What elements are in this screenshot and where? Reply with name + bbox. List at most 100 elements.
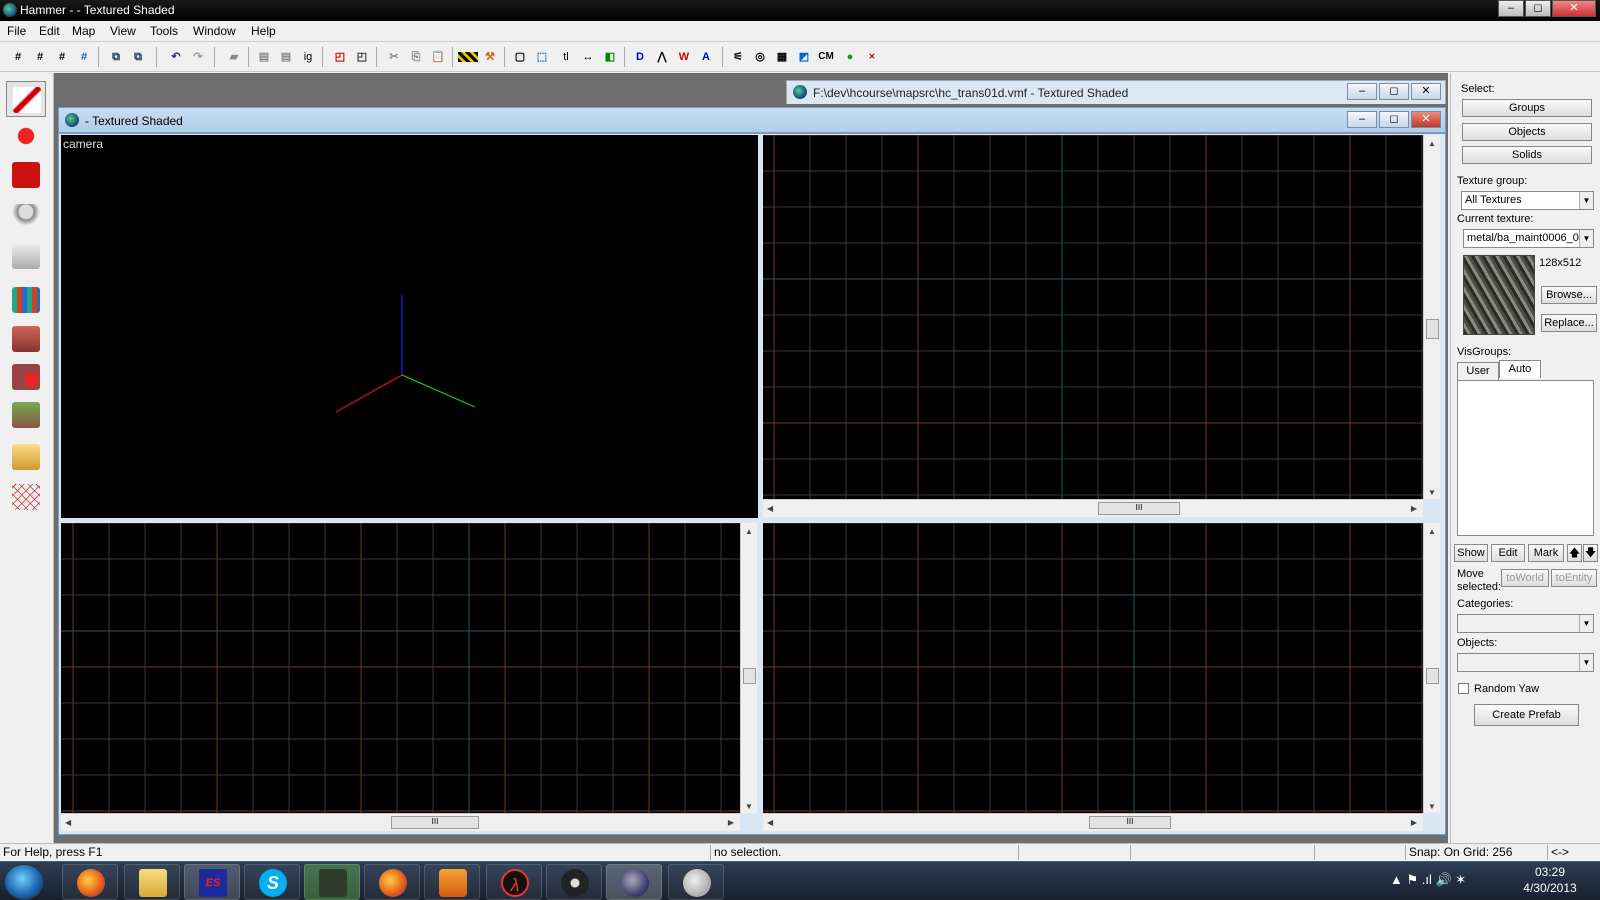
show-button[interactable]: Show <box>1454 544 1488 562</box>
mark-button[interactable]: Mark <box>1528 544 1564 562</box>
taskbar-media[interactable] <box>424 864 480 900</box>
doc-minimize-button[interactable]: – <box>1347 111 1377 128</box>
grid-plus-icon[interactable]: # <box>74 47 94 67</box>
horizontal-scrollbar[interactable]: ◀ III ▶ <box>61 813 740 831</box>
texture-preview[interactable] <box>1463 255 1535 335</box>
clipping-tool[interactable] <box>6 439 46 475</box>
bg-minimize-button[interactable]: – <box>1347 83 1377 100</box>
selection-tool[interactable] <box>6 81 46 117</box>
vertical-scrollbar[interactable]: ▲ ▼ <box>1423 523 1440 813</box>
solids-button[interactable]: Solids <box>1462 146 1592 164</box>
texture-lock-icon[interactable] <box>458 52 478 62</box>
vertex-tool[interactable] <box>6 479 46 515</box>
texture-tool[interactable] <box>6 282 46 318</box>
tab-auto[interactable]: Auto <box>1499 360 1541 378</box>
entity-tool[interactable] <box>6 199 46 235</box>
bg-restore-button[interactable]: ◻ <box>1379 83 1409 100</box>
clip-icon[interactable]: ⋀ <box>652 47 672 67</box>
create-prefab-button[interactable]: Create Prefab <box>1474 704 1579 726</box>
texture-group-select[interactable]: All Textures ▼ <box>1461 191 1594 210</box>
scroll-thumb[interactable] <box>1426 668 1439 684</box>
a-icon[interactable]: A <box>696 47 716 67</box>
replace-button[interactable]: Replace... <box>1541 314 1597 332</box>
menu-window[interactable]: Window <box>193 24 236 38</box>
globe-icon[interactable]: ◎ <box>750 47 770 67</box>
scroll-thumb[interactable]: III <box>1089 816 1171 829</box>
flip-icon[interactable]: ◧ <box>600 47 620 67</box>
taskbar-skype[interactable]: S <box>244 864 300 900</box>
doc-restore-button[interactable]: ◻ <box>1379 111 1409 128</box>
taskbar-steam[interactable] <box>546 864 602 900</box>
overlay-tool[interactable] <box>6 397 46 433</box>
align-icon[interactable]: ↔ <box>578 47 598 67</box>
scroll-thumb[interactable]: III <box>1098 502 1180 515</box>
grid-icon[interactable]: # <box>8 47 28 67</box>
cut-icon[interactable]: ✂ <box>384 47 404 67</box>
groups-button[interactable]: Groups <box>1462 99 1592 117</box>
edit-button[interactable]: Edit <box>1491 544 1525 562</box>
grid-3d-icon[interactable]: # <box>30 47 50 67</box>
menu-edit[interactable]: Edit <box>39 24 60 38</box>
carve-icon[interactable]: ▰ <box>224 47 244 67</box>
side-view-viewport[interactable] <box>763 523 1423 813</box>
texture-scale-icon[interactable]: ⚒ <box>480 47 500 67</box>
wireframe-icon[interactable]: ▦ <box>772 47 792 67</box>
maximize-button[interactable]: ◻ <box>1525 0 1551 17</box>
camera-tool[interactable] <box>6 157 46 193</box>
taskbar-steam-green[interactable] <box>304 864 360 900</box>
menu-tools[interactable]: Tools <box>150 24 178 38</box>
grid-dots-icon[interactable]: # <box>52 47 72 67</box>
start-button[interactable] <box>4 864 44 900</box>
horizontal-scrollbar[interactable]: ◀ III ▶ <box>763 499 1423 517</box>
cordon-icon[interactable]: CM <box>816 47 836 67</box>
menu-map[interactable]: Map <box>72 24 95 38</box>
taskbar-hammer[interactable] <box>606 864 662 900</box>
tab-user[interactable]: User <box>1457 362 1499 380</box>
decal-tool[interactable] <box>6 359 46 395</box>
browse-button[interactable]: Browse... <box>1541 286 1597 304</box>
dd-icon[interactable]: D <box>630 47 650 67</box>
select-box-icon[interactable]: ⬚ <box>532 47 552 67</box>
apply-texture-tool[interactable] <box>6 321 46 357</box>
nodraw-icon[interactable]: ✕ <box>862 47 882 67</box>
taskbar-es[interactable]: ES <box>184 864 240 900</box>
current-texture-select[interactable]: metal/ba_maint0006_0: ▼ <box>1463 229 1594 248</box>
scroll-thumb[interactable] <box>1426 319 1439 339</box>
taskbar-firefox[interactable] <box>62 864 118 900</box>
objects-button[interactable]: Objects <box>1462 123 1592 141</box>
select-icon[interactable]: ◰ <box>352 47 372 67</box>
minimize-button[interactable]: – <box>1498 0 1524 17</box>
front-view-viewport[interactable] <box>61 523 740 813</box>
leaf-icon[interactable]: ● <box>840 47 860 67</box>
vertical-scrollbar[interactable]: ▲ ▼ <box>1423 135 1440 499</box>
bounding-box-icon[interactable]: ▢ <box>510 47 530 67</box>
taskbar-explorer[interactable] <box>124 864 180 900</box>
taskbar-firefox-2[interactable] <box>364 864 420 900</box>
menu-file[interactable]: File <box>7 24 26 38</box>
move-up-button[interactable]: 🡅 <box>1567 544 1582 562</box>
group-icon[interactable]: ⧉ <box>106 47 126 67</box>
to-entity-button[interactable]: toEntity <box>1551 569 1597 587</box>
active-document-title-bar[interactable]: - Textured Shaded – ◻ ✕ <box>58 107 1446 133</box>
doc-close-button[interactable]: ✕ <box>1411 111 1441 128</box>
system-tray-icons[interactable]: ▲ ⚑ .ıl 🔊 ✶ <box>1390 872 1466 888</box>
select-red-icon[interactable]: ◰ <box>330 47 350 67</box>
hide-icon[interactable]: ▤ <box>254 47 274 67</box>
horizontal-scrollbar[interactable]: ◀ III ▶ <box>763 813 1423 831</box>
categories-select[interactable]: ▼ <box>1457 614 1594 633</box>
random-yaw-checkbox[interactable] <box>1458 683 1469 694</box>
top-view-viewport[interactable] <box>763 135 1423 499</box>
move-down-button[interactable]: 🡇 <box>1583 544 1598 562</box>
copy-icon[interactable]: ⎘ <box>406 47 426 67</box>
magnify-tool[interactable] <box>6 118 46 154</box>
menu-help[interactable]: Help <box>251 24 276 38</box>
bg-close-button[interactable]: ✕ <box>1411 83 1441 100</box>
menu-view[interactable]: View <box>110 24 136 38</box>
visgroups-list[interactable] <box>1457 380 1594 536</box>
taskbar-half-life[interactable]: λ <box>486 864 542 900</box>
to-world-button[interactable]: toWorld <box>1501 569 1549 587</box>
unhide-icon[interactable]: ▤ <box>276 47 296 67</box>
objects-select[interactable]: ▼ <box>1457 653 1594 672</box>
paste-icon[interactable]: 📋 <box>428 47 448 67</box>
background-document-window[interactable]: F:\dev\hcourse\mapsrc\hc_trans01d.vmf - … <box>786 80 1446 104</box>
